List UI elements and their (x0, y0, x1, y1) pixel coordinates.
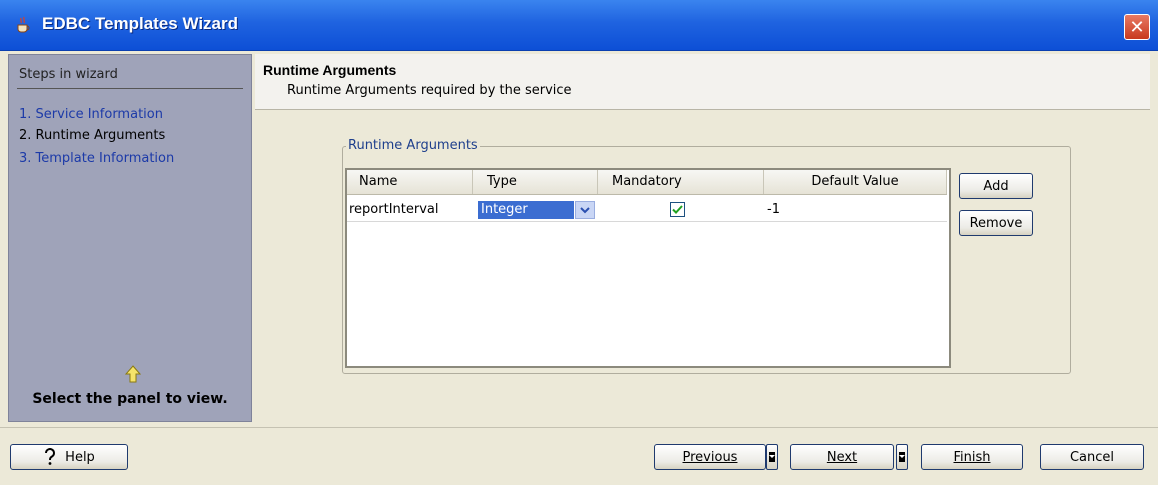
step-template-information[interactable]: 3. Template Information (19, 151, 174, 166)
close-button[interactable]: ✕ (1124, 14, 1150, 40)
help-button[interactable]: Help (10, 444, 128, 470)
add-button[interactable]: Add (959, 173, 1033, 199)
column-header-mandatory[interactable]: Mandatory (598, 170, 764, 194)
next-dropdown[interactable] (896, 444, 908, 470)
cell-default-value[interactable]: -1 (767, 199, 947, 221)
column-header-default-value[interactable]: Default Value (764, 170, 947, 194)
panel-title: Runtime Arguments (263, 62, 397, 78)
steps-panel: Steps in wizard 1. Service Information 2… (8, 54, 252, 422)
finish-label: Finish (953, 449, 991, 465)
dropdown-arrow-icon (899, 452, 905, 462)
type-select-arrow[interactable] (575, 201, 595, 219)
close-icon: ✕ (1129, 16, 1145, 38)
table-row[interactable]: reportInterval Integer -1 (347, 199, 947, 222)
wizard-window: EDBC Templates Wizard ✕ Steps in wizard … (0, 0, 1158, 485)
panel-hint: Select the panel to view. (32, 391, 228, 407)
cancel-button[interactable]: Cancel (1040, 444, 1144, 470)
type-select-value[interactable]: Integer (478, 201, 574, 219)
window-title: EDBC Templates Wizard (42, 14, 239, 33)
column-header-name[interactable]: Name (347, 170, 473, 194)
finish-button[interactable]: Finish (921, 444, 1023, 470)
up-arrow-icon (125, 365, 141, 383)
cell-name[interactable]: reportInterval (349, 199, 471, 221)
step-service-information[interactable]: 1. Service Information (19, 107, 163, 122)
column-header-type[interactable]: Type (473, 170, 598, 194)
dropdown-arrow-icon (769, 452, 775, 462)
question-mark-icon (45, 448, 56, 465)
next-button[interactable]: Next (790, 444, 894, 470)
next-label: Next (826, 449, 858, 465)
panel-header: Runtime Arguments Runtime Arguments requ… (255, 54, 1150, 110)
java-cup-icon (17, 16, 30, 33)
footer-divider (0, 427, 1158, 428)
steps-divider (17, 88, 243, 89)
mandatory-checkbox[interactable] (670, 202, 685, 217)
previous-dropdown[interactable] (766, 444, 778, 470)
help-label: Help (65, 449, 95, 465)
panel-subtitle: Runtime Arguments required by the servic… (287, 83, 572, 98)
table-header: Name Type Mandatory Default Value (347, 170, 947, 195)
step-runtime-arguments[interactable]: 2. Runtime Arguments (19, 128, 165, 143)
previous-button[interactable]: Previous (654, 444, 766, 470)
chevron-down-icon (580, 207, 590, 214)
previous-label: Previous (682, 449, 738, 465)
steps-header: Steps in wizard (19, 67, 118, 82)
checkmark-icon (672, 205, 683, 214)
group-legend: Runtime Arguments (346, 138, 480, 153)
type-select[interactable]: Integer (478, 201, 596, 219)
arguments-table: Name Type Mandatory Default Value report… (345, 168, 951, 368)
title-bar[interactable]: EDBC Templates Wizard ✕ (0, 0, 1158, 51)
remove-button[interactable]: Remove (959, 210, 1033, 236)
